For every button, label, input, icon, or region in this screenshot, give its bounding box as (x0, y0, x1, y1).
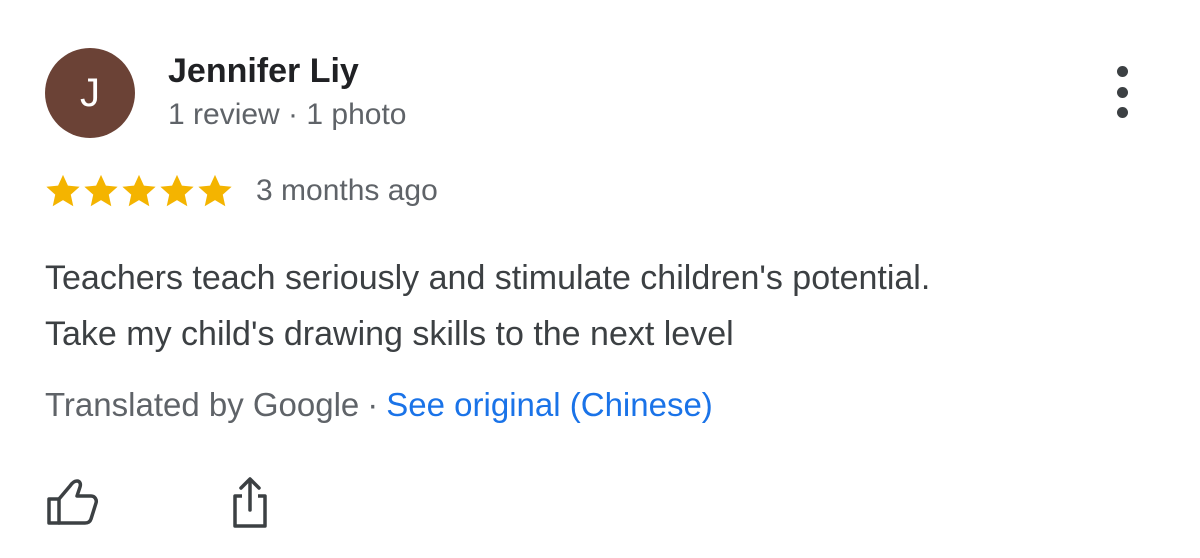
review-time: 3 months ago (256, 174, 438, 207)
share-icon (233, 477, 267, 528)
star-icon (122, 174, 156, 207)
review-text-line: Teachers teach seriously and stimulate c… (45, 259, 931, 297)
rating-row: 3 months ago (44, 170, 438, 212)
avatar[interactable]: J (45, 48, 135, 138)
star-icon (198, 174, 232, 207)
translation-row: Translated by Google · See original (Chine… (45, 386, 713, 424)
star-icon (46, 174, 80, 207)
author-meta: 1 review · 1 photo (168, 98, 407, 131)
more-vert-icon (1116, 66, 1128, 77)
avatar-initial: J (80, 71, 100, 115)
star-icon (84, 174, 118, 207)
star-rating (44, 172, 234, 210)
author-name[interactable]: Jennifer Liy (168, 52, 359, 91)
share-button[interactable] (222, 474, 278, 530)
separator: · (367, 386, 379, 423)
like-button[interactable] (44, 474, 100, 530)
see-original-link[interactable]: See original (Chinese) (386, 386, 713, 423)
more-options-button[interactable] (1104, 66, 1140, 118)
more-vert-icon-dot (1116, 86, 1128, 98)
more-vert-icon-dot (1116, 107, 1128, 118)
thumbs-up-icon (47, 479, 98, 525)
review-text: Teachers teach seriously and stimulate c… (45, 250, 1165, 362)
translated-by-label: Translated by Google (45, 386, 360, 423)
star-icon (160, 174, 194, 207)
review-text-line: Take my child's drawing skills to the ne… (45, 315, 734, 353)
review-card: J Jennifer Liy 1 review · 1 photo 3 mont… (0, 0, 1200, 558)
